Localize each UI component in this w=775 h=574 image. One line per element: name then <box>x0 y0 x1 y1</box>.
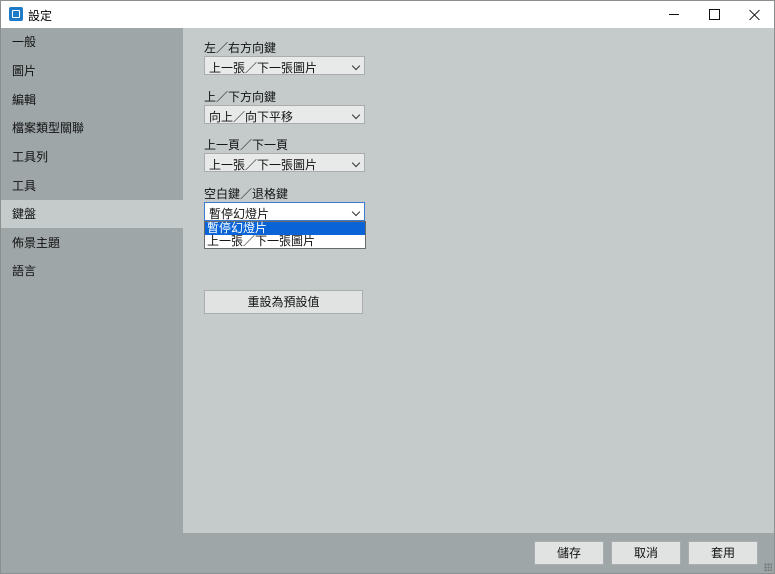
sidebar-item-keyboard[interactable]: 鍵盤 <box>1 200 183 228</box>
sidebar-item-toolbar[interactable]: 工具列 <box>1 143 183 171</box>
settings-sidebar: 一般 圖片 編輯 檔案類型關聯 工具列 工具 鍵盤 佈景主題 語言 <box>1 28 183 533</box>
up-down-arrow-label: 上／下方向鍵 <box>204 90 277 104</box>
dialog-footer: 儲存 取消 套用 <box>1 533 774 573</box>
close-button[interactable] <box>734 1 774 28</box>
maximize-button[interactable] <box>694 1 734 28</box>
cancel-button[interactable]: 取消 <box>611 541 681 565</box>
space-backspace-select[interactable]: 暫停幻燈片 <box>204 202 365 221</box>
left-right-arrow-select[interactable]: 上一張／下一張圖片 <box>204 56 365 75</box>
chevron-down-icon <box>351 110 361 120</box>
minimize-button[interactable] <box>654 1 694 28</box>
left-right-arrow-label: 左／右方向鍵 <box>204 41 277 55</box>
sidebar-item-general[interactable]: 一般 <box>1 28 183 56</box>
settings-window: 設定 一般 圖片 編輯 檔案類型關聯 工具列 工具 鍵盤 佈景主題 語言 左／右… <box>0 0 775 574</box>
chevron-down-icon <box>351 207 361 217</box>
select-value: 向上／向下平移 <box>209 110 294 124</box>
sidebar-item-tools[interactable]: 工具 <box>1 172 183 200</box>
up-down-arrow-select[interactable]: 向上／向下平移 <box>204 105 365 124</box>
close-icon <box>748 9 760 21</box>
app-logo-icon <box>9 7 23 21</box>
select-value: 上一張／下一張圖片 <box>209 61 318 75</box>
window-title: 設定 <box>28 9 53 23</box>
save-button[interactable]: 儲存 <box>534 541 604 565</box>
apply-button[interactable]: 套用 <box>688 541 758 565</box>
space-backspace-dropdown-list: 暫停幻燈片 上一張／下一張圖片 <box>204 221 366 249</box>
page-up-down-select[interactable]: 上一張／下一張圖片 <box>204 153 365 172</box>
select-value: 上一張／下一張圖片 <box>209 158 318 172</box>
sidebar-item-theme[interactable]: 佈景主題 <box>1 229 183 257</box>
chevron-down-icon <box>351 158 361 168</box>
title-bar[interactable]: 設定 <box>1 1 774 28</box>
sidebar-item-edit[interactable]: 編輯 <box>1 86 183 114</box>
maximize-icon <box>708 9 720 20</box>
select-value: 暫停幻燈片 <box>209 207 270 221</box>
reset-defaults-button[interactable]: 重設為預設值 <box>204 290 363 314</box>
resize-grip-icon[interactable] <box>764 563 772 571</box>
keyboard-settings-panel: 左／右方向鍵 上一張／下一張圖片 上／下方向鍵 向上／向下平移 上一頁／下一頁 … <box>183 28 774 533</box>
page-up-down-label: 上一頁／下一頁 <box>204 138 289 152</box>
sidebar-item-file-associations[interactable]: 檔案類型關聯 <box>1 114 183 142</box>
sidebar-item-image[interactable]: 圖片 <box>1 57 183 85</box>
minimize-icon <box>669 14 679 15</box>
sidebar-item-language[interactable]: 語言 <box>1 257 183 285</box>
space-backspace-label: 空白鍵／退格鍵 <box>204 187 289 201</box>
chevron-down-icon <box>351 61 361 71</box>
dropdown-option-prev-next-image[interactable]: 上一張／下一張圖片 <box>205 235 365 248</box>
